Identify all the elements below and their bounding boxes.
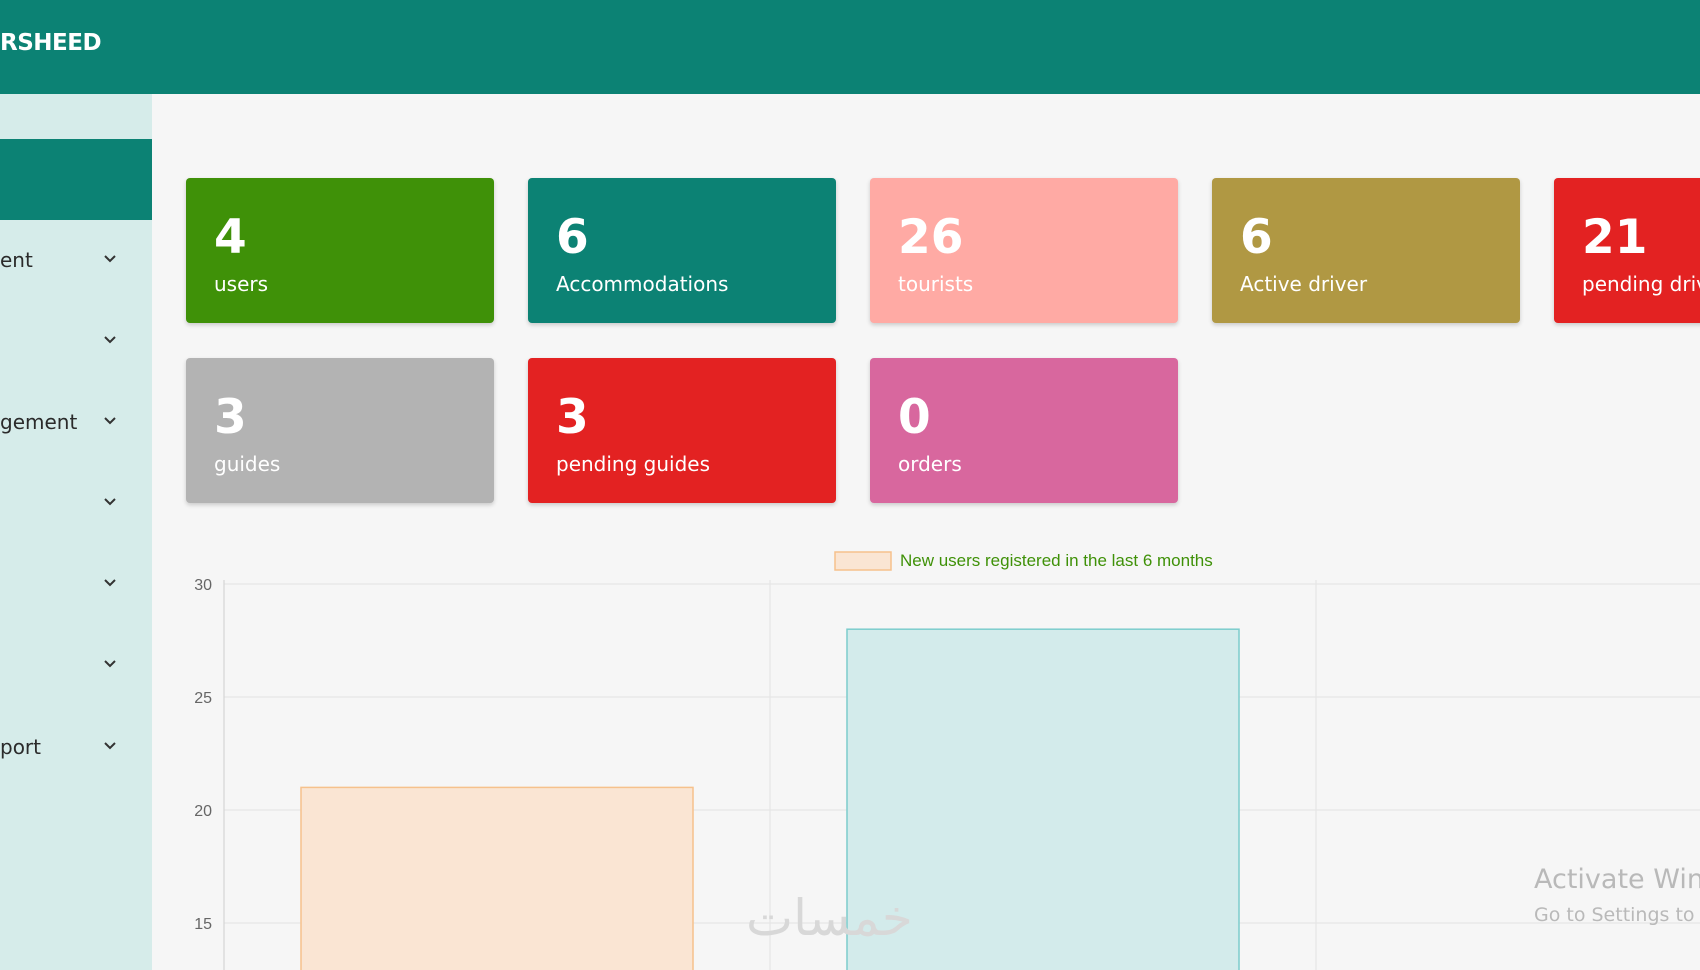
khamsat-watermark-logo: خمسات: [746, 889, 913, 947]
chevron-down-icon: [104, 336, 116, 344]
sidebar-item-label: gement: [0, 410, 78, 434]
sidebar-item-4[interactable]: [0, 483, 152, 523]
y-tick-label: 15: [194, 916, 212, 933]
chart-legend[interactable]: New users registered in the last 6 month…: [834, 551, 1213, 571]
y-tick-label: 20: [194, 803, 212, 820]
sidebar-item-management[interactable]: ent: [0, 240, 152, 280]
top-bar: RSHEED: [0, 0, 1700, 94]
chevron-down-icon: [104, 742, 116, 750]
chevron-down-icon: [104, 660, 116, 668]
sidebar: ent gement port: [0, 94, 152, 970]
chevron-down-icon: [104, 579, 116, 587]
legend-label: New users registered in the last 6 month…: [900, 551, 1213, 570]
y-tick-label: 25: [194, 690, 212, 707]
new-users-bar-chart: 30 25 20 15 New users registered in the las…: [194, 551, 1700, 970]
activate-windows-subtitle: Go to Settings to a: [1534, 904, 1700, 926]
activate-windows-title: Activate Winc: [1534, 864, 1700, 895]
y-tick-label: 30: [194, 577, 212, 594]
sidebar-item-label: port: [0, 735, 41, 759]
sidebar-item-5[interactable]: [0, 564, 152, 604]
chevron-down-icon: [104, 417, 116, 425]
sidebar-item-support[interactable]: port: [0, 727, 152, 767]
legend-swatch: [834, 551, 892, 571]
sidebar-item-3[interactable]: gement: [0, 402, 152, 442]
brand-logo-text[interactable]: RSHEED: [0, 30, 102, 56]
chevron-down-icon: [104, 255, 116, 263]
sidebar-item-2[interactable]: [0, 321, 152, 361]
sidebar-active-item[interactable]: [0, 139, 152, 220]
chart-bar-1[interactable]: [300, 786, 694, 970]
chart-y-axis: 30 25 20 15: [194, 577, 212, 933]
dashboard-main: 4 users 6 Accommodations 26 tourists 6 A…: [152, 94, 1700, 970]
chevron-down-icon: [104, 498, 116, 506]
sidebar-item-6[interactable]: [0, 645, 152, 685]
sidebar-item-label: ent: [0, 248, 33, 272]
